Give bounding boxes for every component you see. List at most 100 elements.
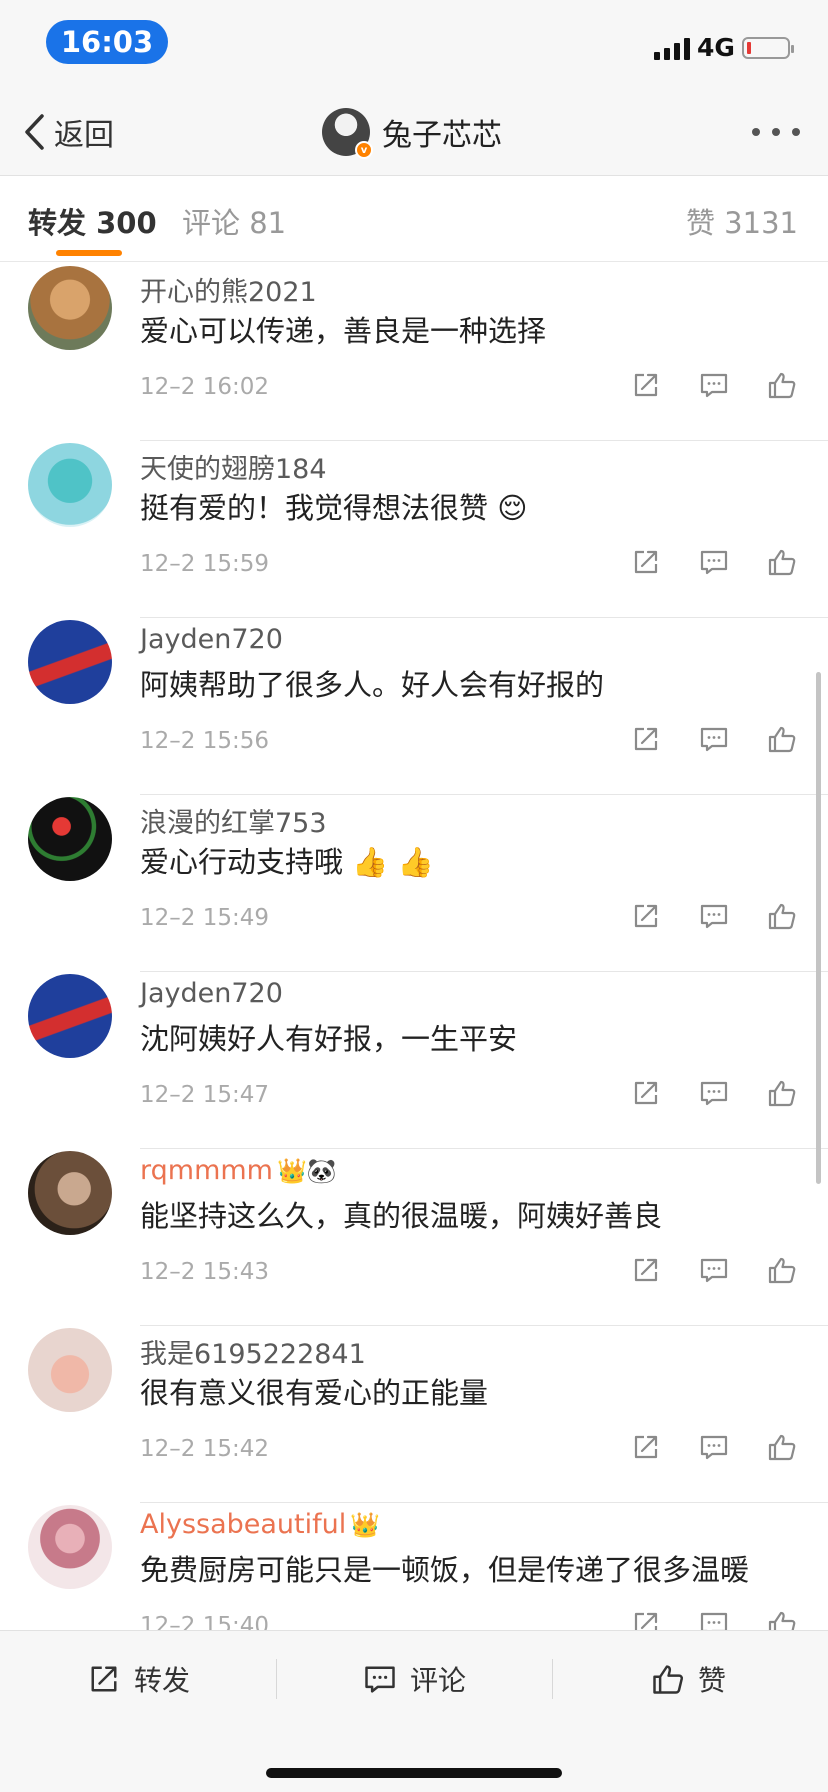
avatar[interactable]: [28, 797, 112, 881]
username[interactable]: Jayden720: [140, 624, 283, 655]
username[interactable]: rqmmmm 👑🐼: [140, 1155, 337, 1186]
comment-text: 沈阿姨好人有好报，一生平安: [140, 1022, 518, 1056]
timestamp: 12–2 15:56: [140, 728, 269, 754]
repost-list[interactable]: 开心的熊2021 爱心可以传递，善良是一种选择 12–2 16:02 天使的翅膀…: [0, 262, 828, 1630]
like-icon[interactable]: [766, 900, 798, 932]
avatar[interactable]: [28, 443, 112, 527]
share-icon[interactable]: [630, 369, 662, 401]
username[interactable]: Alyssabeautiful 👑: [140, 1509, 380, 1540]
like-icon[interactable]: [766, 369, 798, 401]
share-icon[interactable]: [630, 1431, 662, 1463]
repost-label: 转发: [134, 1664, 191, 1697]
avatar[interactable]: [28, 1151, 112, 1235]
username-text: rqmmmm: [140, 1155, 273, 1186]
comment-text: 阿姨帮助了很多人。好人会有好报的: [140, 668, 605, 702]
list-item: 开心的熊2021 爱心可以传递，善良是一种选择 12–2 16:02: [0, 264, 828, 441]
username-text: Jayden720: [140, 978, 283, 1009]
like-icon[interactable]: [766, 723, 798, 755]
comment-label: 评论: [410, 1664, 467, 1697]
avatar[interactable]: [28, 266, 112, 350]
like-button[interactable]: 赞: [650, 1631, 726, 1727]
share-icon: [86, 1661, 122, 1697]
list-item: 我是6195222841 很有意义很有爱心的正能量 12–2 15:42: [0, 1326, 828, 1503]
username[interactable]: 我是6195222841: [140, 1332, 366, 1371]
timestamp: 12–2 16:02: [140, 374, 269, 400]
username-text: 我是6195222841: [140, 1339, 366, 1370]
battery-icon: [742, 37, 794, 59]
divider: [276, 1659, 277, 1699]
scrollbar[interactable]: [816, 672, 821, 1184]
list-item: Alyssabeautiful 👑 免费厨房可能只是一顿饭，但是传递了很多温暖 1…: [0, 1503, 828, 1630]
tab-bar: 转发 300 评论 81 赞 3131: [0, 176, 828, 262]
username-text: 开心的熊2021: [140, 277, 317, 308]
like-icon: [650, 1661, 686, 1697]
timestamp: 12–2 15:43: [140, 1259, 269, 1285]
comment-icon[interactable]: [698, 1608, 730, 1630]
status-time: 16:03: [46, 20, 168, 64]
comment-icon[interactable]: [698, 546, 730, 578]
list-item: Jayden720 阿姨帮助了很多人。好人会有好报的 12–2 15:56: [0, 618, 828, 795]
tab-repost[interactable]: 转发 300: [28, 200, 157, 242]
avatar[interactable]: [28, 1505, 112, 1589]
share-icon[interactable]: [630, 1254, 662, 1286]
home-indicator: [266, 1768, 562, 1778]
page-title: 兔子芯芯: [382, 118, 502, 153]
share-icon[interactable]: [630, 723, 662, 755]
list-item: Jayden720 沈阿姨好人有好报，一生平安 12–2 15:47: [0, 972, 828, 1149]
share-icon[interactable]: [630, 900, 662, 932]
comment-text: 挺有爱的！我觉得想法很赞 😌: [140, 491, 528, 525]
share-icon[interactable]: [630, 1077, 662, 1109]
nav-title[interactable]: v 兔子芯芯: [322, 106, 502, 159]
username-text: 天使的翅膀184: [140, 454, 327, 485]
timestamp: 12–2 15:47: [140, 1082, 269, 1108]
username-text: 浪漫的红掌753: [140, 808, 327, 839]
network-type: 4G: [697, 33, 735, 62]
comment-icon[interactable]: [698, 900, 730, 932]
username[interactable]: 浪漫的红掌753: [140, 801, 327, 840]
username-text: Jayden720: [140, 624, 283, 655]
more-icon[interactable]: [752, 128, 800, 138]
tab-comments[interactable]: 评论 81: [182, 200, 286, 242]
chevron-left-icon: [25, 114, 44, 150]
status-bar: 16:03 4G: [0, 0, 828, 88]
comment-icon[interactable]: [698, 1254, 730, 1286]
avatar[interactable]: [28, 620, 112, 704]
share-icon[interactable]: [630, 546, 662, 578]
list-item: rqmmmm 👑🐼 能坚持这么久，真的很温暖，阿姨好善良 12–2 15:43: [0, 1149, 828, 1326]
comment-icon[interactable]: [698, 723, 730, 755]
comment-button[interactable]: 评论: [362, 1631, 466, 1727]
share-icon[interactable]: [630, 1608, 662, 1630]
like-label: 赞: [698, 1664, 727, 1697]
comment-icon[interactable]: [698, 369, 730, 401]
vip-badge-icon: 👑: [350, 1510, 381, 1539]
repost-button[interactable]: 转发: [86, 1631, 190, 1727]
signal-icon: [654, 36, 690, 60]
like-icon[interactable]: [766, 1608, 798, 1630]
tab-likes[interactable]: 赞 3131: [686, 200, 798, 242]
username[interactable]: 开心的熊2021: [140, 270, 317, 309]
username[interactable]: 天使的翅膀184: [140, 447, 327, 486]
timestamp: 12–2 15:49: [140, 905, 269, 931]
avatar[interactable]: [28, 974, 112, 1058]
comment-text: 爱心行动支持哦 👍 👍: [140, 845, 434, 879]
timestamp: 12–2 15:59: [140, 551, 269, 577]
comment-text: 能坚持这么久，真的很温暖，阿姨好善良: [140, 1199, 663, 1233]
username-text: Alyssabeautiful: [140, 1509, 347, 1540]
back-button[interactable]: 返回: [22, 110, 114, 154]
nav-bar: 返回 v 兔子芯芯: [0, 88, 828, 176]
timestamp: 12–2 15:42: [140, 1436, 269, 1462]
avatar[interactable]: [28, 1328, 112, 1412]
comment-text: 爱心可以传递，善良是一种选择: [140, 314, 547, 348]
like-icon[interactable]: [766, 1077, 798, 1109]
active-tab-indicator: [56, 250, 122, 256]
like-icon[interactable]: [766, 546, 798, 578]
verified-icon: v: [355, 141, 373, 159]
comment-icon[interactable]: [698, 1431, 730, 1463]
like-icon[interactable]: [766, 1254, 798, 1286]
like-icon[interactable]: [766, 1431, 798, 1463]
bottom-action-bar: 转发 评论 赞: [0, 1630, 828, 1792]
username[interactable]: Jayden720: [140, 978, 283, 1009]
timestamp: 12–2 15:40: [140, 1613, 269, 1630]
vip-badge-icon: 👑🐼: [276, 1156, 337, 1185]
comment-icon[interactable]: [698, 1077, 730, 1109]
